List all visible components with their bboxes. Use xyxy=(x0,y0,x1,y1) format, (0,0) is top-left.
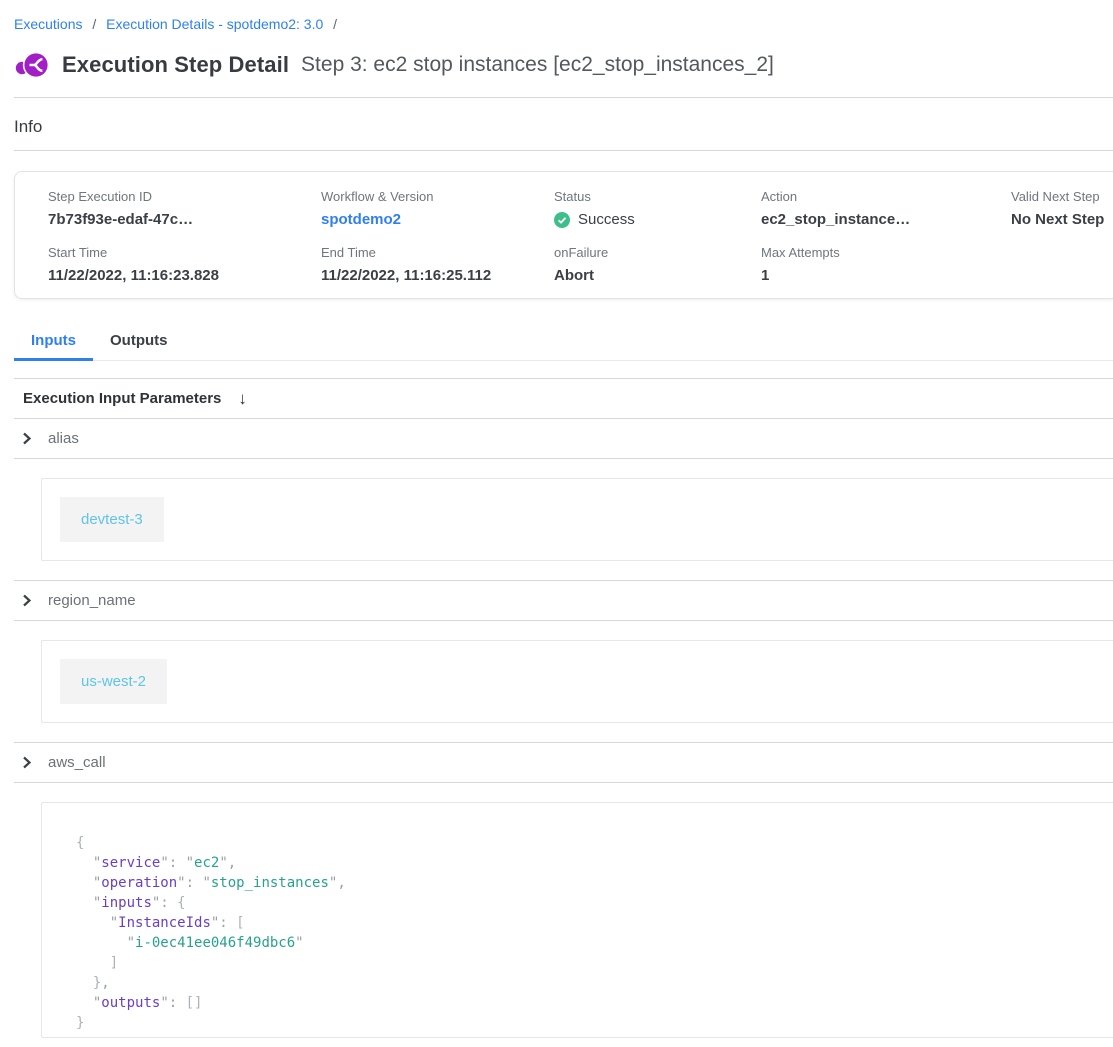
tab-inputs[interactable]: Inputs xyxy=(14,326,93,361)
breadcrumb-separator: / xyxy=(333,16,337,32)
params-header-label: Execution Input Parameters xyxy=(23,390,221,407)
field-label: Workflow & Version xyxy=(321,189,554,204)
status-badge: Success xyxy=(554,211,761,228)
field-max-attempts: Max Attempts 1 xyxy=(761,245,1011,284)
field-step-execution-id: Step Execution ID 7b73f93e-edaf-47c… xyxy=(48,189,321,228)
page-header: Execution Step Detail Step 3: ec2 stop i… xyxy=(14,48,1113,82)
workflow-brand-icon xyxy=(14,48,50,82)
field-label: Status xyxy=(554,189,761,204)
field-start-time: Start Time 11/22/2022, 11:16:23.828 xyxy=(48,245,321,284)
tab-outputs[interactable]: Outputs xyxy=(93,326,185,361)
param-value-chip: us-west-2 xyxy=(60,659,167,704)
field-label: Valid Next Step xyxy=(1011,189,1113,204)
field-value: Abort xyxy=(554,267,761,284)
field-status: Status Success xyxy=(554,189,761,228)
field-value: 1 xyxy=(761,267,1011,284)
json-code: { "service": "ec2", "operation": "stop_i… xyxy=(76,833,1113,1033)
status-text: Success xyxy=(578,211,635,228)
param-name: aws_call xyxy=(48,754,106,771)
field-label: End Time xyxy=(321,245,554,260)
field-value: ec2_stop_instance… xyxy=(761,211,1011,228)
breadcrumb-link-execution-details[interactable]: Execution Details - spotdemo2: 3.0 xyxy=(106,16,323,32)
page-subtitle: Step 3: ec2 stop instances [ec2_stop_ins… xyxy=(301,53,774,77)
info-card: Step Execution ID 7b73f93e-edaf-47c… Wor… xyxy=(14,171,1113,299)
param-value-panel-aws-call: { "service": "ec2", "operation": "stop_i… xyxy=(41,802,1113,1038)
divider xyxy=(14,97,1113,98)
param-row-aws-call[interactable]: aws_call xyxy=(14,743,1113,782)
info-heading: Info xyxy=(14,117,1113,137)
divider xyxy=(14,782,1113,783)
field-end-time: End Time 11/22/2022, 11:16:25.112 xyxy=(321,245,554,284)
chevron-right-icon xyxy=(20,432,33,445)
field-label: Start Time xyxy=(48,245,321,260)
params-header[interactable]: Execution Input Parameters ↓ xyxy=(14,379,1113,418)
param-name: alias xyxy=(48,430,79,447)
divider xyxy=(14,150,1113,151)
chevron-right-icon xyxy=(20,594,33,607)
param-row-region-name[interactable]: region_name xyxy=(14,581,1113,620)
field-workflow-version: Workflow & Version spotdemo2 xyxy=(321,189,554,228)
tabs: Inputs Outputs xyxy=(14,326,1113,361)
field-label: Action xyxy=(761,189,1011,204)
chevron-right-icon xyxy=(20,756,33,769)
field-on-failure: onFailure Abort xyxy=(554,245,761,284)
field-label: Max Attempts xyxy=(761,245,1011,260)
param-value-panel-region-name: us-west-2 xyxy=(41,640,1113,723)
field-value: 11/22/2022, 11:16:23.828 xyxy=(48,267,321,284)
success-check-icon xyxy=(554,212,570,228)
sort-descending-icon[interactable]: ↓ xyxy=(238,391,247,406)
param-value-panel-alias: devtest-3 xyxy=(41,478,1113,561)
breadcrumb-separator: / xyxy=(92,16,96,32)
page-title: Execution Step Detail xyxy=(62,52,289,78)
breadcrumb-link-executions[interactable]: Executions xyxy=(14,16,82,32)
field-value: No Next Step xyxy=(1011,211,1113,228)
divider xyxy=(14,458,1113,459)
param-row-alias[interactable]: alias xyxy=(14,419,1113,458)
execution-step-detail-page: Executions / Execution Details - spotdem… xyxy=(0,0,1113,1038)
param-value-chip: devtest-3 xyxy=(60,497,164,542)
divider xyxy=(14,620,1113,621)
param-name: region_name xyxy=(48,592,136,609)
field-value: 11/22/2022, 11:16:25.112 xyxy=(321,267,554,284)
breadcrumb: Executions / Execution Details - spotdem… xyxy=(0,0,1113,32)
field-valid-next-step: Valid Next Step No Next Step xyxy=(1011,189,1113,228)
workflow-link[interactable]: spotdemo2 xyxy=(321,211,554,228)
field-value: 7b73f93e-edaf-47c… xyxy=(48,211,321,228)
field-action: Action ec2_stop_instance… xyxy=(761,189,1011,228)
field-label: onFailure xyxy=(554,245,761,260)
field-label: Step Execution ID xyxy=(48,189,321,204)
